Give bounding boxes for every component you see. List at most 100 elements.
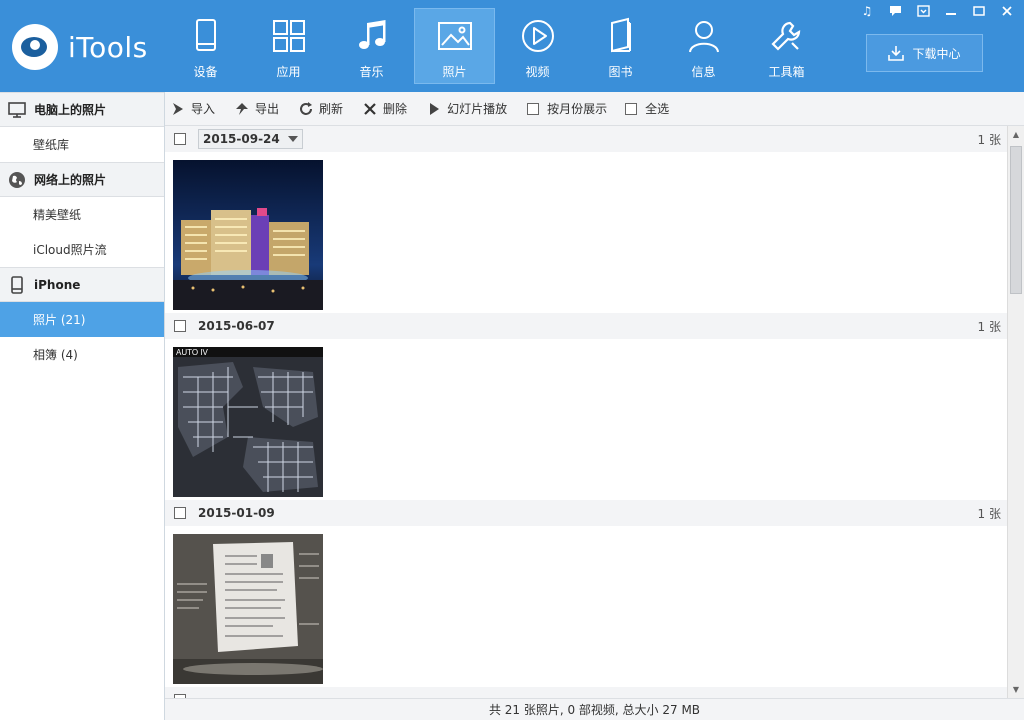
wrench-icon — [770, 21, 800, 51]
music-icon — [358, 20, 385, 49]
sidebar-section-online-title: 网络上的照片 — [34, 173, 107, 187]
group-date: 2015-01-09 — [198, 506, 275, 520]
photo-icon — [437, 22, 472, 50]
sidebar-item-icloud-photo-stream[interactable]: iCloud照片流 — [0, 232, 164, 267]
select-all-checkbox[interactable]: 全选 — [625, 100, 669, 117]
scroll-up-icon[interactable]: ▲ — [1008, 126, 1024, 143]
photo-toolbar: 导入 导出 刷新 删除 幻灯片播放 按月份展示 全选 — [165, 92, 1024, 126]
group-checkbox[interactable] — [174, 320, 186, 332]
nav-video[interactable]: 视频 — [497, 8, 578, 84]
minimize-icon[interactable] — [940, 2, 962, 20]
sidebar-item-label: 壁纸库 — [33, 138, 70, 152]
play-icon — [430, 102, 440, 115]
sidebar-item-label: 照片 (21) — [33, 313, 86, 327]
nav-music-label: 音乐 — [359, 65, 384, 79]
import-icon — [173, 102, 183, 115]
globe-icon — [9, 171, 25, 188]
nav-device-label: 设备 — [193, 65, 218, 79]
date-group-header-partial — [165, 687, 1007, 698]
feedback-icon[interactable] — [884, 2, 906, 20]
by-month-checkbox[interactable]: 按月份展示 — [527, 100, 607, 117]
app-logo: iTools — [12, 20, 148, 74]
photo-thumbnail-hotel[interactable] — [173, 160, 323, 310]
status-text: 共 21 张照片, 0 部视频, 总大小 27 MB — [488, 703, 701, 717]
sidebar-item-photos[interactable]: 照片 (21) — [0, 302, 164, 337]
sidebar-section-iphone[interactable]: iPhone — [0, 267, 164, 302]
app-name: iTools — [68, 30, 148, 64]
top-bar: iTools 设备 应用 音乐 照片 视频 图书 信息 工具箱 下载中心 ♫ — [0, 0, 1024, 92]
nav-books-label: 图书 — [608, 65, 633, 79]
checkbox-box — [527, 102, 540, 115]
photo-thumbnail-document[interactable] — [173, 534, 323, 684]
delete-button[interactable]: 删除 — [363, 100, 407, 117]
monitor-icon — [8, 101, 26, 118]
group-count: 1 张 — [977, 506, 1001, 521]
select-all-label: 全选 — [645, 102, 670, 116]
sidebar-section-computer-title: 电脑上的照片 — [34, 103, 107, 117]
photo-thumbnail-map[interactable]: AUTO IV — [173, 347, 323, 497]
video-icon — [521, 20, 554, 52]
sidebar-section-online[interactable]: 网络上的照片 — [0, 162, 164, 197]
nav-apps-label: 应用 — [276, 65, 301, 79]
group-checkbox[interactable] — [174, 507, 186, 519]
photo-row: AUTO IV — [165, 339, 1007, 500]
nav-music[interactable]: 音乐 — [331, 8, 412, 84]
sidebar-item-featured-wallpapers[interactable]: 精美壁纸 — [0, 197, 164, 232]
export-label: 导出 — [255, 102, 280, 116]
sidebar-item-label: iCloud照片流 — [33, 243, 107, 257]
nav-toolbox[interactable]: 工具箱 — [746, 8, 827, 84]
sidebar-item-wallpaper-library[interactable]: 壁纸库 — [0, 127, 164, 162]
menu-icon[interactable] — [912, 2, 934, 20]
delete-icon — [364, 102, 376, 115]
import-button[interactable]: 导入 — [171, 100, 215, 117]
book-icon — [610, 17, 631, 53]
date-group-header: 2015-01-09 1 张 — [165, 500, 1007, 526]
sidebar-item-albums[interactable]: 相簿 (4) — [0, 337, 164, 372]
scroll-down-icon[interactable]: ▼ — [1008, 681, 1024, 698]
sidebar-item-label: 精美壁纸 — [33, 208, 82, 222]
download-center-label: 下载中心 — [912, 46, 961, 61]
itools-logo-icon — [12, 24, 58, 70]
music-mini-icon[interactable]: ♫ — [856, 2, 878, 20]
vertical-scrollbar[interactable]: ▲ ▼ — [1007, 126, 1024, 698]
nav-photos-label: 照片 — [442, 65, 467, 79]
slideshow-button[interactable]: 幻灯片播放 — [427, 100, 507, 117]
nav-info[interactable]: 信息 — [663, 8, 744, 84]
apps-icon — [272, 20, 305, 52]
export-button[interactable]: 导出 — [235, 100, 279, 117]
nav-device[interactable]: 设备 — [165, 8, 246, 84]
maximize-icon[interactable] — [968, 2, 990, 20]
date-group-header: 2015-06-07 1 张 — [165, 313, 1007, 339]
nav-apps[interactable]: 应用 — [248, 8, 329, 84]
nav-toolbox-label: 工具箱 — [768, 65, 805, 79]
window-controls: ♫ — [856, 2, 1018, 20]
refresh-button[interactable]: 刷新 — [299, 100, 343, 117]
chevron-down-icon — [287, 136, 298, 142]
slideshow-label: 幻灯片播放 — [447, 102, 508, 116]
close-icon[interactable] — [996, 2, 1018, 20]
export-icon — [236, 102, 249, 115]
scrollbar-thumb[interactable] — [1010, 146, 1022, 294]
by-month-label: 按月份展示 — [547, 102, 608, 116]
photo-row — [165, 152, 1007, 313]
date-dropdown[interactable]: 2015-09-24 — [198, 129, 303, 149]
nav-books[interactable]: 图书 — [580, 8, 661, 84]
contact-icon — [688, 21, 719, 53]
checkbox-box — [625, 102, 638, 115]
nav-info-label: 信息 — [691, 65, 716, 79]
sidebar: 电脑上的照片 壁纸库 网络上的照片 精美壁纸 iCloud照片流 iPhone … — [0, 92, 165, 720]
phone-icon — [11, 275, 23, 294]
device-icon — [195, 19, 216, 51]
download-center-button[interactable]: 下载中心 — [866, 34, 983, 72]
svg-text:AUTO IV: AUTO IV — [176, 348, 209, 357]
group-date: 2015-09-24 — [203, 132, 280, 146]
download-icon — [888, 46, 905, 61]
delete-label: 删除 — [383, 102, 408, 116]
sidebar-section-computer[interactable]: 电脑上的照片 — [0, 92, 164, 127]
group-checkbox[interactable] — [174, 133, 186, 145]
date-group-header: 2015-09-24 1 张 — [165, 126, 1007, 152]
nav-photos[interactable]: 照片 — [414, 8, 495, 84]
group-count: 1 张 — [977, 319, 1001, 334]
sidebar-section-iphone-title: iPhone — [34, 277, 81, 292]
photo-content: 2015-09-24 1 张 2015-06-07 1 张 AUTO IV 20… — [165, 126, 1007, 698]
